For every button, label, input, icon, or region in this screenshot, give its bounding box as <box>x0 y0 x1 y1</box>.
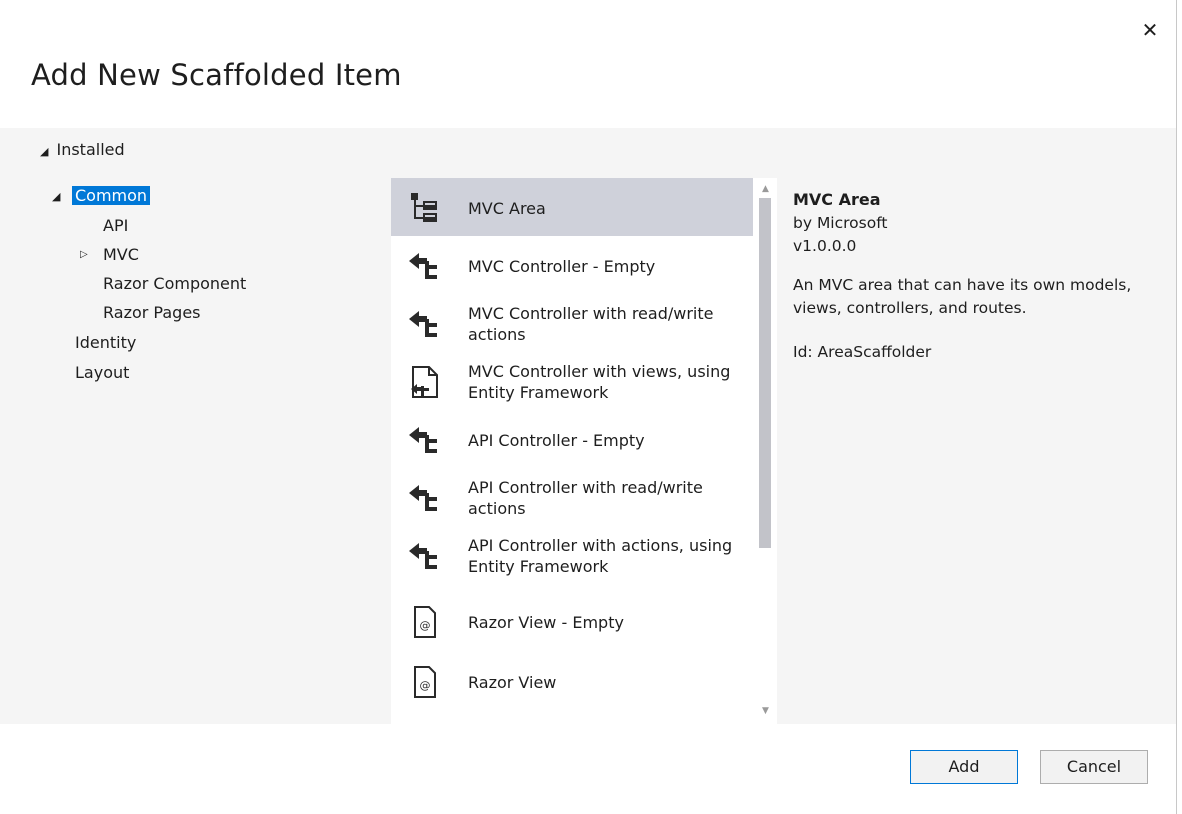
details-author: by Microsoft <box>793 214 888 232</box>
item-label: MVC Controller - Empty <box>468 257 656 276</box>
controller-icon <box>409 253 437 279</box>
item-label: API Controller - Empty <box>468 431 645 450</box>
dialog-title: Add New Scaffolded Item <box>31 58 402 92</box>
controller-icon <box>409 543 437 569</box>
scroll-up-icon[interactable]: ▲ <box>756 180 775 198</box>
controller-icon <box>409 311 437 337</box>
collapse-triangle-icon[interactable]: ◢ <box>52 190 60 203</box>
item-label: MVC Controller with views, using Entity F… <box>468 362 731 402</box>
area-icon <box>411 193 437 222</box>
scroll-down-icon[interactable]: ▼ <box>756 702 775 720</box>
list-item[interactable]: MVC Controller - Empty <box>391 236 753 294</box>
item-label: MVC Controller with read/write actions <box>468 304 714 344</box>
details-description: An MVC area that can have its own models… <box>793 276 1132 317</box>
svg-text:@: @ <box>420 619 431 632</box>
razor-view-icon: @ <box>414 606 436 638</box>
details-version: v1.0.0.0 <box>793 237 857 255</box>
svg-text:@: @ <box>420 679 431 692</box>
list-item[interactable]: @ Razor View <box>391 652 753 710</box>
close-icon[interactable]: ✕ <box>1136 16 1164 44</box>
tree-item-identity[interactable]: Identity <box>75 333 136 352</box>
dialog-border <box>1176 0 1177 814</box>
item-label: API Controller with read/write actions <box>468 478 703 518</box>
list-item[interactable]: API Controller with read/write actions <box>391 468 753 526</box>
tree-item-common[interactable]: Common <box>72 186 151 205</box>
dialog-body: ◢ Installed ◢ Common API ▷ MVC Razor Comp… <box>0 128 1176 724</box>
tree-item-layout[interactable]: Layout <box>75 363 129 382</box>
list-item[interactable]: API Controller - Empty <box>391 410 753 468</box>
item-label: API Controller with actions, using Entity… <box>468 536 733 576</box>
list-item[interactable]: MVC Controller with read/write actions <box>391 294 753 352</box>
installed-label: Installed <box>56 140 125 159</box>
list-item[interactable]: API Controller with actions, using Entity… <box>391 526 753 584</box>
installed-node[interactable]: ◢ Installed <box>40 140 125 159</box>
razor-view-icon: @ <box>414 666 436 698</box>
add-button[interactable]: Add <box>910 750 1018 784</box>
scroll-thumb[interactable] <box>759 198 771 548</box>
details-title: MVC Area <box>793 190 881 209</box>
expand-triangle-icon[interactable]: ▷ <box>80 249 88 260</box>
tree-item-razor-component[interactable]: Razor Component <box>103 274 246 293</box>
details-id: Id: AreaScaffolder <box>793 343 932 361</box>
list-item[interactable]: @ Razor View - Empty <box>391 592 753 650</box>
item-label: Razor View <box>468 673 557 692</box>
controller-icon <box>409 427 437 453</box>
controller-views-icon <box>411 366 438 398</box>
list-item[interactable]: MVC Controller with views, using Entity F… <box>391 352 753 410</box>
tree-item-razor-pages[interactable]: Razor Pages <box>103 303 201 322</box>
item-label: Razor View - Empty <box>468 613 624 632</box>
list-item[interactable]: MVC Area <box>391 178 753 236</box>
collapse-triangle-icon: ◢ <box>40 145 49 158</box>
tree-item-api[interactable]: API <box>103 216 128 235</box>
template-list[interactable]: MVC Area MVC Controller - Empty MVC Cont… <box>391 178 777 724</box>
add-scaffold-dialog: ✕ Add New Scaffolded Item ◢ Installed ◢ C… <box>0 0 1182 814</box>
tree-item-mvc[interactable]: MVC <box>103 245 139 264</box>
cancel-button[interactable]: Cancel <box>1040 750 1148 784</box>
controller-icon <box>409 485 437 511</box>
list-scrollbar[interactable]: ▲ ▼ <box>756 178 775 724</box>
item-label: MVC Area <box>468 199 546 218</box>
